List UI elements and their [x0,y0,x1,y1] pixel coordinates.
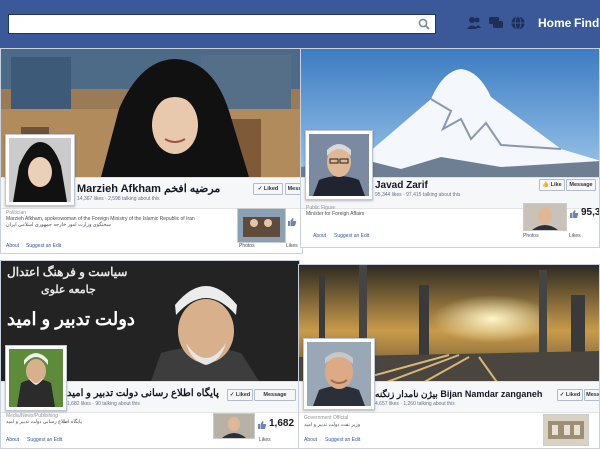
page-panel-bijan-zanganeh: بیژن نامدار زنگنه Bijan Namdar zanganeh … [298,264,600,449]
messages-icon[interactable] [488,15,504,31]
likes-stats: 1,682 likes · 90 talking about this [67,401,140,407]
photos-label[interactable]: Photos [239,243,255,249]
home-link[interactable]: Home [538,16,571,30]
suggest-edit-link[interactable]: Suggest an Edit [27,437,62,443]
suggest-edit-link[interactable]: Suggest an Edit [334,233,369,239]
photos-thumbnail[interactable] [237,208,286,243]
likes-label[interactable]: Likes [259,437,271,443]
message-button[interactable]: Message [566,179,596,191]
facebook-top-bar: Home Find F [0,0,600,49]
message-button[interactable]: Message [254,389,296,401]
photos-thumbnail[interactable] [213,413,255,439]
search-input[interactable] [8,14,436,34]
page-name-latin: Marzieh Afkham [77,183,161,195]
likes-stats: 95,344 likes · 97,415 talking about this [375,192,461,198]
friends-icon[interactable] [466,15,482,31]
photos-thumbnail-image [524,204,566,230]
suggest-edit-link[interactable]: Suggest an Edit [26,243,61,249]
profile-photo-image [9,138,71,202]
profile-photo-image [309,134,369,196]
page-name[interactable]: بیژن نامدار زنگنه Bijan Namdar zanganeh [375,389,542,400]
cover-slogan-2: جامعه علوی [41,284,96,296]
photos-thumbnail[interactable] [543,414,589,446]
profile-picture[interactable] [5,134,75,206]
page-about-persian: وزیر نفت دولت تدبیر و امید [304,422,361,428]
page-about: Minister for Foreign Affairs [306,211,365,217]
photos-thumbnail-image [238,209,285,242]
profile-photo-image [9,349,63,407]
photos-thumbnail-image [214,414,254,438]
page-panel-tadbir-omid: سیاست و فرهنگ اعتدال جامعه علوی دولت تدب… [0,260,300,449]
likes-count: 95,3 [581,207,600,218]
page-panel-javad-zarif: Javad Zarif 95,344 likes · 97,415 talkin… [300,48,600,248]
page-name-latin: Bijan Namdar zanganeh [440,389,543,399]
photos-thumbnail[interactable] [523,203,567,231]
profile-photo-image [307,342,371,406]
page-name[interactable]: Marzieh Afkham مرضیه افخم [77,182,220,195]
thumbs-up-icon [288,218,297,226]
photos-thumbnail-image [544,415,588,445]
like-button[interactable]: 👍 Like [539,179,565,191]
profile-picture[interactable] [303,338,375,410]
notifications-icon[interactable] [510,15,526,31]
about-link[interactable]: About [6,243,19,249]
liked-button[interactable]: ✓ Liked [253,183,283,195]
page-name-persian: بیژن نامدار زنگنه [375,389,438,399]
search-icon[interactable] [418,18,430,30]
page-name[interactable]: Javad Zarif [375,180,428,191]
profile-picture[interactable] [5,345,67,411]
likes-stats: 14,367 likes · 2,598 talking about this [77,196,160,202]
photos-label[interactable]: Photos [523,233,539,239]
about-link[interactable]: About [6,437,19,443]
likes-count: 1,682 [269,418,295,429]
suggest-edit-link[interactable]: Suggest an Edit [325,437,360,443]
about-link[interactable]: About [304,437,317,443]
thumbs-up-icon [258,421,267,429]
message-button[interactable]: Mess [584,389,599,401]
likes-label[interactable]: Likes [286,243,298,249]
page-about-persian: پایگاه اطلاع رسانی دولت تدبیر و امید [6,419,82,425]
thumbs-up-icon [570,210,579,218]
page-name-persian: مرضیه افخم [164,183,221,195]
cover-slogan-3: دولت تدبیر و امید [7,309,135,329]
liked-button[interactable]: ✓ Liked [557,389,583,401]
find-friends-link[interactable]: Find F [574,16,600,30]
page-panel-marzieh-afkham: Marzieh Afkham مرضیه افخم 14,367 likes ·… [0,48,303,254]
page-name[interactable]: پایگاه اطلاع رسانی دولت تدبیر و امید [67,388,219,399]
likes-label[interactable]: Likes [569,233,581,239]
page-about-persian: سخنگوی وزارت امور خارجه جمهوری اسلامی ای… [6,222,111,228]
likes-stats: 4,657 likes · 1,260 talking about this [375,401,455,407]
page-category: Government Official [304,415,349,421]
cover-slogan-1: سیاست و فرهنگ اعتدال [7,265,128,279]
profile-picture[interactable] [305,130,373,200]
about-link[interactable]: About [313,233,326,239]
liked-button[interactable]: ✓ Liked [227,389,253,401]
